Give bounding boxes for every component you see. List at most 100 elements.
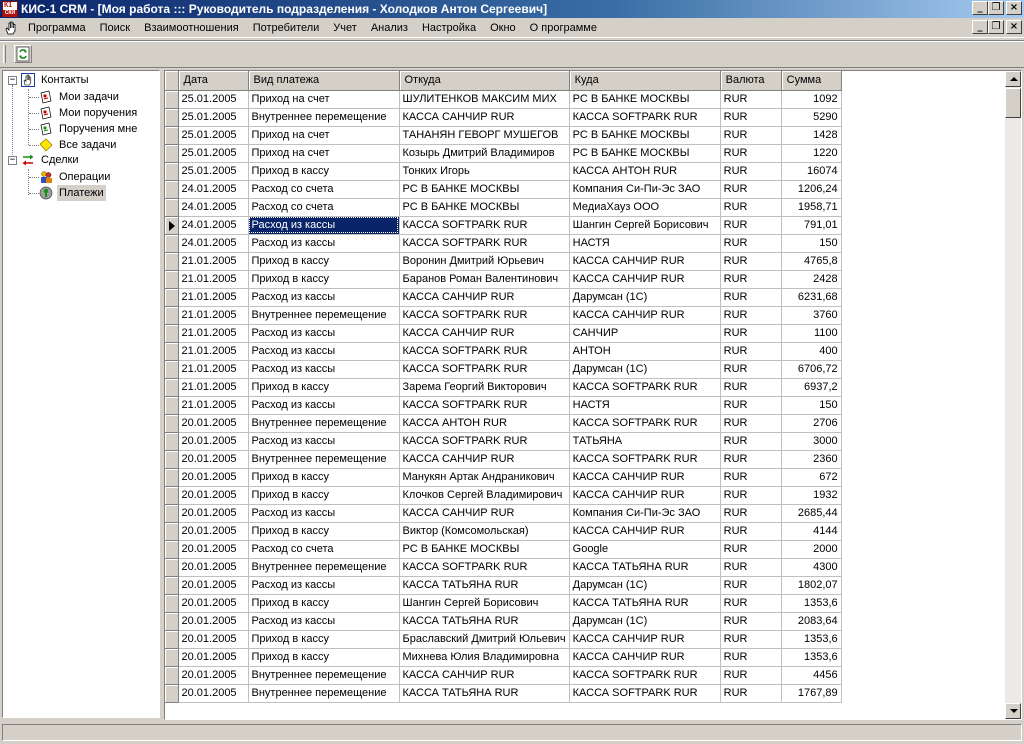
cell-to[interactable]: Компания Си-Пи-Эс ЗАО xyxy=(569,180,721,199)
cell-date[interactable]: 21.01.2005 xyxy=(178,342,249,361)
contacts-collapse-toggle[interactable]: − xyxy=(8,76,17,85)
refresh-button[interactable] xyxy=(14,45,32,63)
column-header-date[interactable]: Дата xyxy=(178,71,249,91)
cell-amount[interactable]: 1206,24 xyxy=(781,180,842,199)
row-indicator[interactable] xyxy=(165,234,179,253)
cell-to[interactable]: Дарумсан (1С) xyxy=(569,360,721,379)
cell-to[interactable]: КАССА САНЧИР RUR xyxy=(569,486,721,505)
column-header-payment-type[interactable]: Вид платежа xyxy=(248,71,400,91)
mdi-minimize-button[interactable]: _ xyxy=(972,20,988,34)
row-indicator[interactable] xyxy=(165,504,179,523)
tree-item-assignments-to-me[interactable]: Поручения мне xyxy=(39,121,139,137)
cell-currency[interactable]: RUR xyxy=(720,378,782,397)
cell-payment-type[interactable]: Приход на счет xyxy=(248,90,400,109)
cell-amount[interactable]: 3000 xyxy=(781,432,842,451)
cell-payment-type[interactable]: Приход на счет xyxy=(248,144,400,163)
cell-currency[interactable]: RUR xyxy=(720,126,782,145)
cell-date[interactable]: 20.01.2005 xyxy=(178,522,249,541)
cell-date[interactable]: 24.01.2005 xyxy=(178,198,249,217)
cell-from[interactable]: КАССА SOFTPARK RUR xyxy=(399,342,570,361)
cell-to[interactable]: КАССА SOFTPARK RUR xyxy=(569,684,721,703)
cell-currency[interactable]: RUR xyxy=(720,342,782,361)
cell-currency[interactable]: RUR xyxy=(720,360,782,379)
row-indicator[interactable] xyxy=(165,270,179,289)
cell-currency[interactable]: RUR xyxy=(720,486,782,505)
cell-date[interactable]: 20.01.2005 xyxy=(178,576,249,595)
cell-payment-type[interactable]: Внутреннее перемещение xyxy=(248,108,400,127)
cell-to[interactable]: КАССА ТАТЬЯНА RUR xyxy=(569,594,721,613)
cell-from[interactable]: РС В БАНКЕ МОСКВЫ xyxy=(399,540,570,559)
cell-currency[interactable]: RUR xyxy=(720,144,782,163)
toolbar-grip[interactable] xyxy=(3,45,6,63)
menu-item-3[interactable]: Потребители xyxy=(246,19,327,37)
cell-amount[interactable]: 1802,07 xyxy=(781,576,842,595)
table-row[interactable]: 21.01.2005 Расход из кассы КАССА САНЧИР RU… xyxy=(165,288,842,307)
cell-date[interactable]: 25.01.2005 xyxy=(178,144,249,163)
cell-from[interactable]: Козырь Дмитрий Владимиров xyxy=(399,144,570,163)
cell-payment-type[interactable]: Расход со счета xyxy=(248,540,400,559)
row-indicator[interactable] xyxy=(165,468,179,487)
cell-payment-type[interactable]: Расход из кассы xyxy=(248,342,400,361)
cell-date[interactable]: 24.01.2005 xyxy=(178,180,249,199)
cell-from[interactable]: КАССА SOFTPARK RUR xyxy=(399,432,570,451)
table-row[interactable]: 20.01.2005 Внутреннее перемещение КАССА АН… xyxy=(165,414,842,433)
cell-from[interactable]: Воронин Дмитрий Юрьевич xyxy=(399,252,570,271)
table-row[interactable]: 20.01.2005 Расход из кассы КАССА ТАТЬЯНА R… xyxy=(165,612,842,631)
cell-to[interactable]: КАССА САНЧИР RUR xyxy=(569,252,721,271)
tree-item-my-tasks[interactable]: Мои задачи xyxy=(39,89,121,105)
cell-payment-type[interactable]: Расход из кассы xyxy=(248,504,400,523)
cell-from[interactable]: КАССА ТАТЬЯНА RUR xyxy=(399,684,570,703)
cell-date[interactable]: 21.01.2005 xyxy=(178,360,249,379)
cell-currency[interactable]: RUR xyxy=(720,522,782,541)
table-row[interactable]: 20.01.2005 Внутреннее перемещение КАССА ТА… xyxy=(165,684,842,703)
table-row[interactable]: 20.01.2005 Приход в кассу Шангин Сергей Бо… xyxy=(165,594,842,613)
table-row[interactable]: 20.01.2005 Внутреннее перемещение КАССА SO… xyxy=(165,558,842,577)
cell-currency[interactable]: RUR xyxy=(720,594,782,613)
cell-to[interactable]: КАССА САНЧИР RUR xyxy=(569,630,721,649)
vertical-scrollbar[interactable] xyxy=(1005,71,1021,719)
tree-item-operations[interactable]: Операции xyxy=(39,169,112,185)
cell-currency[interactable]: RUR xyxy=(720,468,782,487)
cell-to[interactable]: КАССА SOFTPARK RUR xyxy=(569,378,721,397)
cell-payment-type[interactable]: Расход из кассы xyxy=(248,288,400,307)
cell-currency[interactable]: RUR xyxy=(720,504,782,523)
cell-payment-type[interactable]: Внутреннее перемещение xyxy=(248,306,400,325)
cell-currency[interactable]: RUR xyxy=(720,306,782,325)
cell-date[interactable]: 20.01.2005 xyxy=(178,648,249,667)
cell-currency[interactable]: RUR xyxy=(720,216,782,235)
cell-currency[interactable]: RUR xyxy=(720,234,782,253)
cell-amount[interactable]: 6706,72 xyxy=(781,360,842,379)
cell-currency[interactable]: RUR xyxy=(720,432,782,451)
cell-amount[interactable]: 4456 xyxy=(781,666,842,685)
row-indicator[interactable] xyxy=(165,414,179,433)
table-row[interactable]: 24.01.2005 Расход со счета РС В БАНКЕ МОСК… xyxy=(165,198,842,217)
cell-amount[interactable]: 1220 xyxy=(781,144,842,163)
cell-from[interactable]: Зарема Георгий Викторович xyxy=(399,378,570,397)
cell-currency[interactable]: RUR xyxy=(720,666,782,685)
row-indicator[interactable] xyxy=(165,126,179,145)
cell-payment-type[interactable]: Расход из кассы xyxy=(248,396,400,415)
cell-amount[interactable]: 791,01 xyxy=(781,216,842,235)
hand-icon[interactable] xyxy=(3,20,21,36)
column-header-from[interactable]: Откуда xyxy=(399,71,570,91)
cell-payment-type[interactable]: Расход из кассы xyxy=(248,612,400,631)
row-indicator[interactable] xyxy=(165,432,179,451)
cell-from[interactable]: КАССА САНЧИР RUR xyxy=(399,450,570,469)
cell-from[interactable]: ШУЛИТЕНКОВ МАКСИМ МИХ xyxy=(399,90,570,109)
cell-payment-type[interactable]: Приход на счет xyxy=(248,126,400,145)
table-row[interactable]: 20.01.2005 Внутреннее перемещение КАССА СА… xyxy=(165,450,842,469)
cell-currency[interactable]: RUR xyxy=(720,414,782,433)
cell-to[interactable]: КАССА САНЧИР RUR xyxy=(569,270,721,289)
cell-payment-type[interactable]: Внутреннее перемещение xyxy=(248,558,400,577)
cell-from[interactable]: КАССА САНЧИР RUR xyxy=(399,108,570,127)
column-header-to[interactable]: Куда xyxy=(569,71,721,91)
cell-amount[interactable]: 5290 xyxy=(781,108,842,127)
cell-payment-type[interactable]: Расход из кассы xyxy=(248,576,400,595)
cell-payment-type[interactable]: Приход в кассу xyxy=(248,648,400,667)
cell-to[interactable]: РС В БАНКЕ МОСКВЫ xyxy=(569,144,721,163)
cell-payment-type[interactable]: Расход из кассы xyxy=(248,234,400,253)
cell-from[interactable]: КАССА ТАТЬЯНА RUR xyxy=(399,612,570,631)
table-row[interactable]: 21.01.2005 Внутреннее перемещение КАССА SO… xyxy=(165,306,842,325)
cell-to[interactable]: Шангин Сергей Борисович xyxy=(569,216,721,235)
cell-currency[interactable]: RUR xyxy=(720,324,782,343)
